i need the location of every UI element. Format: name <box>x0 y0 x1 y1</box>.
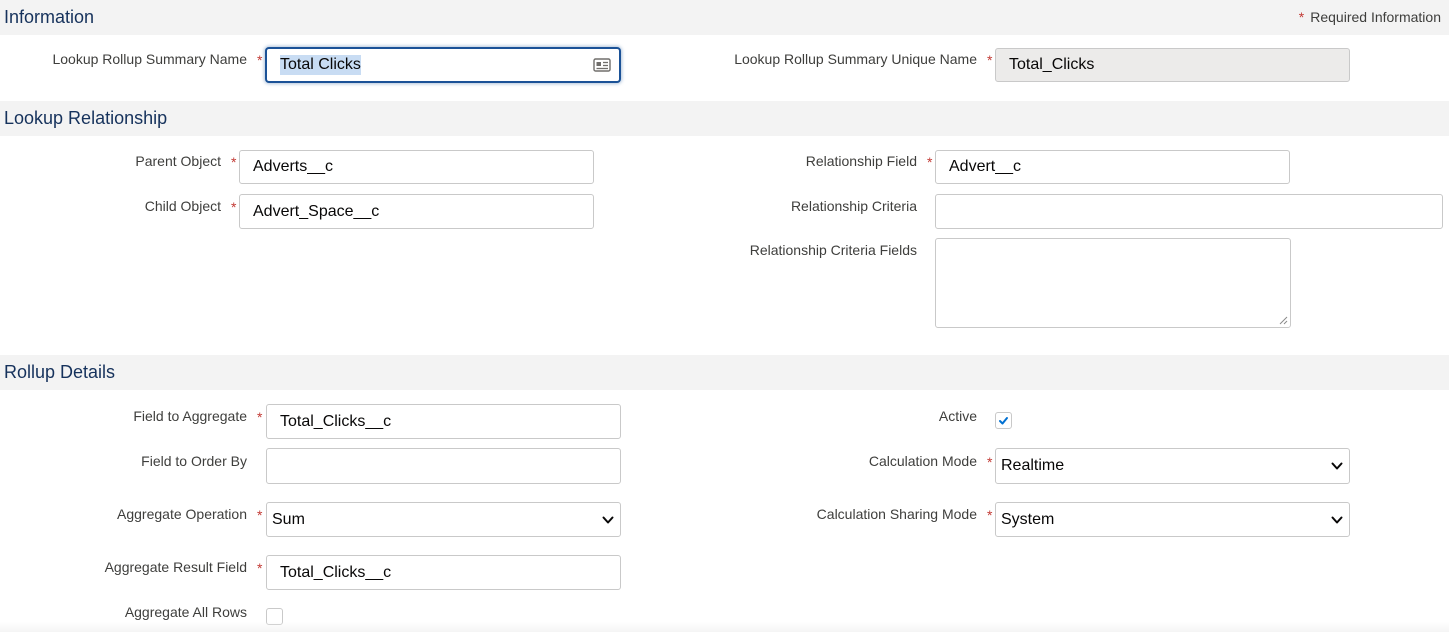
calculation-sharing-mode-select[interactable]: System <box>995 502 1350 537</box>
unique-name-value: Total_Clicks <box>1009 56 1095 73</box>
required-star: * <box>257 507 263 523</box>
required-star: * <box>231 154 237 170</box>
parent-object-label: Parent Object <box>135 153 221 169</box>
chevron-down-icon <box>602 516 614 523</box>
required-information-note: * Required Information <box>1299 9 1441 25</box>
child-object-label: Child Object <box>144 198 221 214</box>
resize-handle-icon[interactable] <box>1279 316 1288 325</box>
calculation-sharing-mode-label: Calculation Sharing Mode <box>816 506 977 522</box>
section-header-lookup-relationship: Lookup Relationship <box>0 101 1449 136</box>
parent-object-input[interactable]: Adverts__c <box>239 150 594 184</box>
parent-object-value: Adverts__c <box>253 158 334 175</box>
relationship-criteria-label: Relationship Criteria <box>790 198 917 214</box>
section-header-rollup-details: Rollup Details <box>0 355 1449 390</box>
aggregate-operation-selected: Sum <box>272 510 305 528</box>
relationship-field-input[interactable]: Advert__c <box>935 150 1290 184</box>
child-object-input[interactable]: Advert_Space__c <box>239 194 594 229</box>
required-star: * <box>257 409 263 425</box>
calculation-mode-label: Calculation Mode <box>868 453 977 469</box>
chevron-down-icon <box>1331 462 1343 470</box>
aggregate-result-field-value: Total_Clicks__c <box>280 563 392 581</box>
field-to-order-by-input[interactable] <box>266 448 621 484</box>
field-to-aggregate-input[interactable]: Total_Clicks__c <box>266 404 621 439</box>
active-label: Active <box>938 408 977 424</box>
aggregate-result-field-label: Aggregate Result Field <box>104 559 247 575</box>
summary-name-input[interactable]: Total Clicks <box>266 48 620 82</box>
chevron-down-icon <box>1331 516 1343 523</box>
bottom-fade <box>0 622 1449 632</box>
aggregate-result-field-input[interactable]: Total_Clicks__c <box>266 555 621 590</box>
section-title-rollup-details: Rollup Details <box>4 362 116 382</box>
required-star: * <box>987 52 993 68</box>
aggregate-all-rows-label: Aggregate All Rows <box>124 604 247 620</box>
calculation-mode-select[interactable]: Realtime <box>995 448 1350 484</box>
relationship-criteria-input[interactable] <box>935 194 1443 229</box>
unique-name-label: Lookup Rollup Summary Unique Name <box>734 51 977 67</box>
field-to-aggregate-label: Field to Aggregate <box>133 408 247 424</box>
aggregate-operation-label: Aggregate Operation <box>117 506 247 522</box>
relationship-field-value: Advert__c <box>949 158 1022 175</box>
unique-name-input: Total_Clicks <box>995 48 1350 82</box>
required-star: * <box>231 199 237 215</box>
required-star: * <box>257 52 263 68</box>
field-to-aggregate-value: Total_Clicks__c <box>280 412 392 430</box>
required-star: * <box>1298 9 1305 25</box>
active-checkbox[interactable] <box>995 412 1012 429</box>
required-star: * <box>927 154 933 170</box>
summary-name-value: Total Clicks <box>280 55 361 75</box>
section-title-information: Information <box>4 7 95 27</box>
required-information-label: Required Information <box>1310 9 1441 25</box>
checkmark-icon <box>999 417 1008 425</box>
summary-name-label: Lookup Rollup Summary Name <box>52 51 247 67</box>
contact-card-icon[interactable] <box>593 57 611 73</box>
relationship-field-label: Relationship Field <box>805 153 917 169</box>
required-star: * <box>987 454 993 470</box>
calculation-mode-selected: Realtime <box>1001 457 1065 474</box>
calculation-sharing-mode-selected: System <box>1001 510 1055 528</box>
required-star: * <box>987 507 993 523</box>
child-object-value: Advert_Space__c <box>253 202 380 220</box>
relationship-criteria-fields-label: Relationship Criteria Fields <box>749 242 917 258</box>
section-title-lookup-relationship: Lookup Relationship <box>4 108 168 128</box>
required-star: * <box>257 560 263 576</box>
relationship-criteria-fields-textarea[interactable] <box>935 238 1291 328</box>
section-header-information: Information * Required Information <box>0 0 1449 35</box>
aggregate-operation-select[interactable]: Sum <box>266 502 621 537</box>
field-to-order-by-label: Field to Order By <box>141 453 247 469</box>
